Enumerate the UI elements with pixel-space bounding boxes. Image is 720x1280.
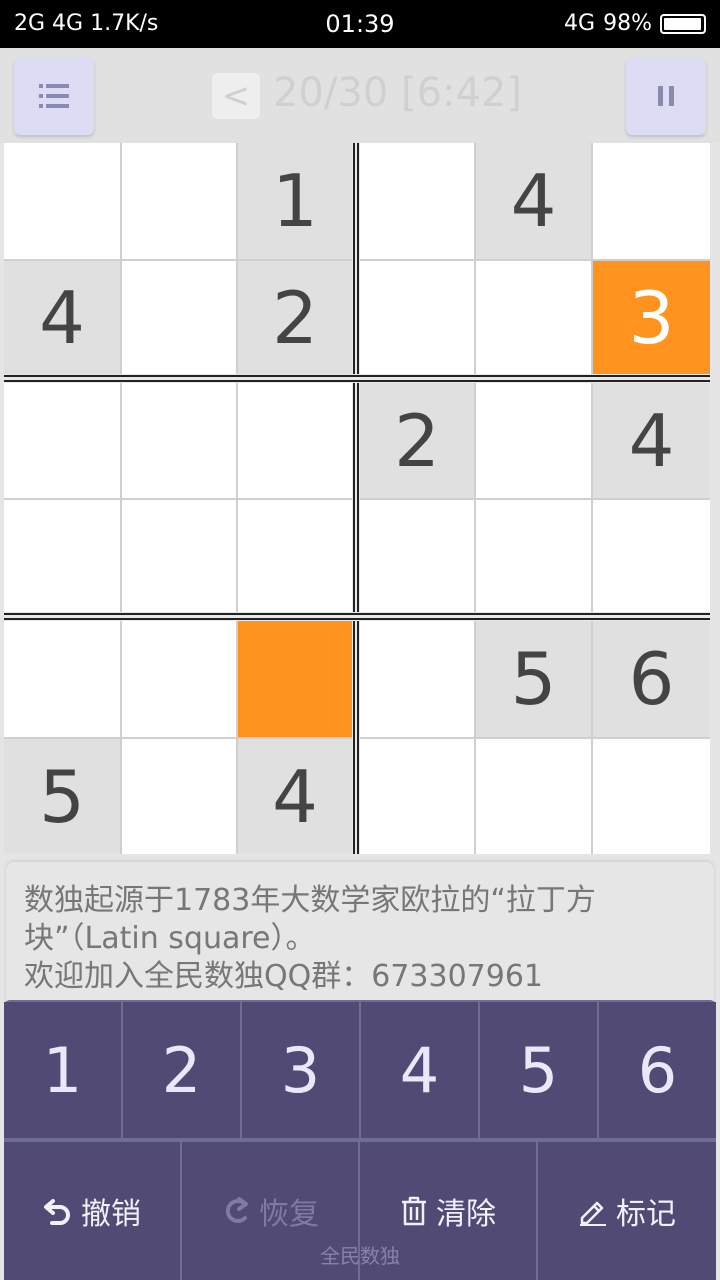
sudoku-board: 14423245654: [4, 143, 710, 854]
sudoku-cell[interactable]: [360, 261, 474, 374]
level-timer-title: 20/30 [6:42]: [273, 70, 523, 116]
sudoku-cell[interactable]: [593, 739, 710, 854]
battery-percent: 98%: [603, 11, 652, 36]
block-divider: [352, 143, 360, 854]
sudoku-cell[interactable]: 4: [4, 261, 120, 374]
network-type: 4G: [564, 11, 596, 36]
sudoku-cell[interactable]: [4, 621, 120, 737]
block-divider: [4, 612, 710, 621]
sudoku-cell[interactable]: [122, 739, 236, 854]
pencil-icon: [580, 1201, 606, 1226]
menu-icon: [39, 84, 69, 108]
pause-icon: [658, 86, 674, 106]
menu-button[interactable]: [14, 57, 94, 135]
sudoku-cell[interactable]: [122, 383, 236, 498]
redo-icon: [225, 1197, 248, 1223]
sudoku-cell[interactable]: [4, 500, 120, 613]
sudoku-cell[interactable]: [122, 500, 236, 613]
sudoku-cell[interactable]: [360, 500, 474, 613]
undo-label: 撤销: [81, 1197, 141, 1232]
info-panel: 数独起源于1783年大数学家欧拉的“拉丁方块”（Latin square）。 欢…: [6, 862, 714, 1012]
qq-group-text: 欢迎加入全民数独QQ群：673307961: [24, 959, 544, 994]
redo-label: 恢复: [259, 1197, 319, 1232]
app-name-footer: 全民数独: [320, 1244, 400, 1268]
trash-icon: [402, 1196, 426, 1226]
number-key-1[interactable]: 1: [4, 1002, 121, 1138]
battery-icon: [660, 13, 706, 34]
sudoku-cell[interactable]: 6: [593, 621, 710, 737]
sudoku-cell[interactable]: [4, 143, 120, 259]
sudoku-cell[interactable]: [4, 383, 120, 498]
sudoku-cell[interactable]: [360, 739, 474, 854]
number-key-6[interactable]: 6: [599, 1002, 716, 1138]
game-header: < 20/30 [6:42]: [0, 48, 720, 143]
sudoku-cell[interactable]: 4: [593, 383, 710, 498]
number-key-4[interactable]: 4: [361, 1002, 478, 1138]
sudoku-cell[interactable]: [593, 500, 710, 613]
info-text: 数独起源于1783年大数学家欧拉的“拉丁方块”（Latin square）。: [24, 883, 596, 956]
sudoku-cell[interactable]: 5: [4, 739, 120, 854]
sudoku-cell[interactable]: [238, 500, 352, 613]
sudoku-cell[interactable]: 1: [238, 143, 352, 259]
status-bar: 2G 4G 1.7K/s 01:39 4G 98%: [0, 0, 720, 48]
sudoku-cell[interactable]: [360, 621, 474, 737]
number-key-2[interactable]: 2: [123, 1002, 240, 1138]
sudoku-cell[interactable]: [360, 143, 474, 259]
sudoku-cell[interactable]: [238, 621, 352, 737]
sudoku-cell[interactable]: [476, 261, 591, 374]
sudoku-cell[interactable]: [476, 739, 591, 854]
status-right: 4G 98%: [564, 11, 706, 36]
keypad: 1 2 3 4 5 6 撤销 恢复 清除 标记: [4, 1000, 716, 1280]
mark-label: 标记: [616, 1197, 676, 1232]
sudoku-cell[interactable]: [122, 143, 236, 259]
sudoku-cell[interactable]: 2: [360, 383, 474, 498]
block-divider: [4, 374, 710, 383]
previous-level-button[interactable]: <: [212, 73, 260, 119]
sudoku-cell[interactable]: 5: [476, 621, 591, 737]
sudoku-cell[interactable]: [593, 143, 710, 259]
sudoku-cell[interactable]: [122, 261, 236, 374]
sudoku-cell[interactable]: [476, 500, 591, 613]
number-key-5[interactable]: 5: [480, 1002, 597, 1138]
sudoku-cell[interactable]: 4: [476, 143, 591, 259]
sudoku-cell[interactable]: [476, 383, 591, 498]
sudoku-cell[interactable]: [122, 621, 236, 737]
sudoku-cell[interactable]: 3: [593, 261, 710, 374]
undo-icon: [44, 1199, 70, 1225]
sudoku-cell[interactable]: 4: [238, 739, 352, 854]
sudoku-cell[interactable]: [238, 383, 352, 498]
sudoku-cell[interactable]: 2: [238, 261, 352, 374]
number-key-3[interactable]: 3: [242, 1002, 359, 1138]
clear-label: 清除: [436, 1197, 496, 1232]
pause-button[interactable]: [626, 57, 706, 135]
